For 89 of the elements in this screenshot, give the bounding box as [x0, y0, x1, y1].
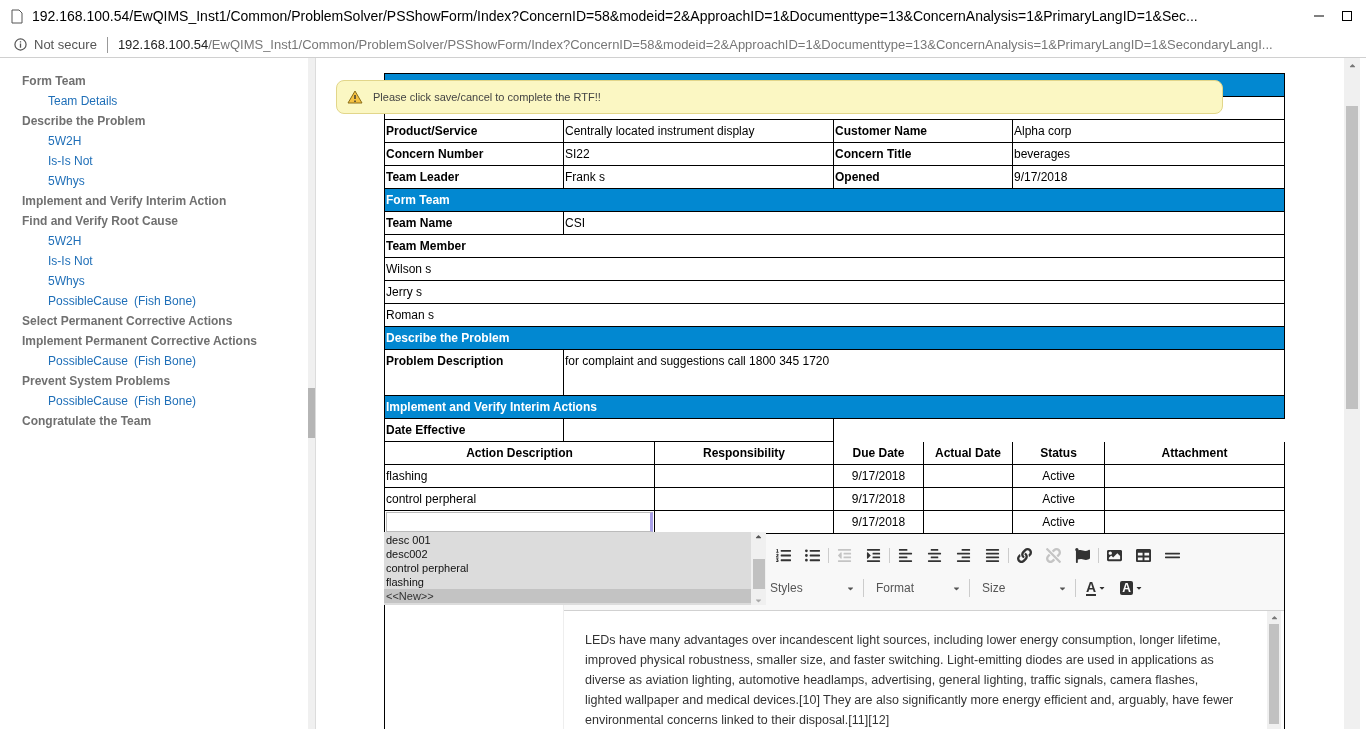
sidebar-link[interactable]: 5Whys — [48, 271, 85, 291]
warning-icon — [347, 90, 363, 104]
sidebar-section[interactable]: Congratulate the Team — [22, 411, 152, 431]
table-cell: Active — [1013, 488, 1105, 511]
sidebar-link[interactable]: (Fish Bone) — [134, 291, 197, 311]
table-cell: flashing — [385, 465, 655, 488]
sidebar-link[interactable]: 5W2H — [48, 231, 82, 251]
justify-icon[interactable] — [985, 547, 1000, 563]
scrollbar[interactable] — [751, 532, 766, 605]
sidebar-link[interactable]: (Fish Bone) — [134, 391, 197, 411]
autocomplete-list[interactable]: desc 001 desc002 control perpheral flashing <<New>> — [384, 532, 766, 605]
editor-text: LEDs have many advantages over incandescent light sources, including lower energy consumption, longer lifetime, improved physical robustness, smaller size, and faster switching. Light-emitting diodes are used in applications as diverse as aviation lighting, automotive headlamps, advertising, general lighting, traffic signals, camera flashes, lighted wallpaper and medical devices.[10] They are also significantly more energy efficient and, arguably, have fewer environmental concerns linked to their disposal.[11][12] — [584, 632, 1235, 729]
sidebar-section[interactable]: Implement Permanent Corrective Actions — [22, 331, 257, 351]
autocomplete-option[interactable]: <<New>> — [384, 589, 751, 603]
sidebar-link[interactable]: Is-Is Not — [48, 251, 93, 271]
image-icon[interactable] — [1107, 547, 1122, 563]
table-cell: CSI — [564, 212, 1285, 235]
page-icon — [11, 8, 23, 24]
section-header: Describe the Problem — [385, 327, 1285, 350]
align-left-icon[interactable] — [898, 547, 913, 563]
sidebar-link[interactable]: 5W2H — [48, 131, 82, 151]
table-cell: SI22 — [564, 143, 834, 166]
table-cell: Team Member — [385, 235, 1285, 258]
text-color-button[interactable]: A — [1086, 580, 1107, 596]
section-header: Form Team — [385, 189, 1285, 212]
table-cell: Status — [1013, 442, 1105, 465]
sidebar-section[interactable]: Select Permanent Corrective Actions — [22, 311, 233, 331]
sidebar-link[interactable]: Is-Is Not — [48, 151, 93, 171]
table-cell: Product/Service — [385, 120, 564, 143]
table-cell: Attachment — [1105, 442, 1285, 465]
sidebar-link[interactable]: PossibleCause — [48, 291, 129, 311]
sidebar-section[interactable]: Form Team — [22, 71, 86, 91]
sidebar-section[interactable]: Implement and Verify Interim Action — [22, 191, 227, 211]
scroll-up-icon[interactable] — [1347, 61, 1357, 70]
sidebar-link[interactable]: 5Whys — [48, 171, 85, 191]
table-cell: Jerry s — [385, 281, 1285, 304]
table-cell: 9/17/2018 — [834, 465, 924, 488]
scrollbar[interactable] — [1267, 611, 1281, 729]
align-center-icon[interactable] — [927, 547, 942, 563]
table-cell: Team Name — [385, 212, 564, 235]
scroll-up-icon[interactable] — [1269, 613, 1279, 622]
url-path: /EwQIMS_Inst1/Common/ProblemSolver/PSShowForm/Index?ConcernID=58&modeid=2&ApproachID=1&Documenttype=13&ConcernAnalysis=1&PrimaryLangID=1&SecondaryLangI... — [208, 35, 1273, 54]
flag-icon[interactable] — [1075, 547, 1090, 563]
table-cell: Date Effective — [385, 419, 564, 442]
scrollbar[interactable] — [308, 58, 315, 729]
security-label: Not secure — [34, 35, 97, 54]
format-dropdown[interactable]: Styles — [768, 579, 864, 597]
table-cell: Responsibility — [655, 442, 834, 465]
autocomplete-option[interactable]: control perpheral — [384, 561, 751, 575]
format-dropdown[interactable]: Format — [874, 579, 970, 597]
scrollbar[interactable] — [1344, 58, 1360, 729]
table-icon[interactable] — [1136, 547, 1151, 563]
autocomplete-option[interactable]: flashing — [384, 575, 751, 589]
bulleted-list-icon[interactable] — [805, 547, 820, 563]
table-cell: Active — [1013, 465, 1105, 488]
align-right-icon[interactable] — [956, 547, 971, 563]
table-cell: 9/17/2018 — [834, 488, 924, 511]
autocomplete-option[interactable]: desc002 — [384, 547, 751, 561]
table-cell: Due Date — [834, 442, 924, 465]
numbered-list-icon[interactable] — [776, 547, 791, 563]
sidebar-section[interactable]: Describe the Problem — [22, 111, 146, 131]
format-dropdown[interactable]: Size — [980, 579, 1076, 597]
table-cell: Wilson s — [385, 258, 1285, 281]
table-cell: Action Description — [385, 442, 655, 465]
caret-icon — [1134, 584, 1143, 592]
table-cell: Actual Date — [924, 442, 1013, 465]
sidebar-link[interactable]: PossibleCause — [48, 351, 129, 371]
link-icon[interactable] — [1017, 547, 1032, 563]
sidebar-section[interactable]: Find and Verify Root Cause — [22, 211, 179, 231]
indent-icon[interactable] — [866, 547, 881, 563]
table-cell: beverages — [1013, 143, 1285, 166]
table-cell: Customer Name — [834, 120, 1013, 143]
info-icon[interactable] — [14, 38, 27, 51]
sidebar-link[interactable]: Team Details — [48, 91, 118, 111]
warning-text: Please click save/cancel to complete the RTF!! — [373, 89, 601, 105]
table-cell: Concern Number — [385, 143, 564, 166]
autocomplete-option[interactable]: desc 001 — [384, 533, 751, 547]
maximize-icon[interactable] — [1342, 11, 1352, 21]
sidebar-link[interactable]: (Fish Bone) — [134, 351, 197, 371]
caret-icon — [1098, 584, 1107, 592]
table-cell: Concern Title — [834, 143, 1013, 166]
table-cell: Centrally located instrument display — [564, 120, 834, 143]
url-host: 192.168.100.54 — [117, 35, 209, 54]
scroll-up-icon[interactable] — [754, 532, 763, 541]
sidebar-section[interactable]: Prevent System Problems — [22, 371, 171, 391]
section-header: Implement and Verify Interim Actions — [385, 396, 1285, 419]
table-cell: Alpha corp — [1013, 120, 1285, 143]
window-title: 192.168.100.54/EwQIMS_Inst1/Common/ProblemSolver/PSShowForm/Index?ConcernID=58&modeid=2&ApproachID=1&Documenttype=13&ConcernAnalysis=1&PrimaryLangID=1&Sec... — [32, 6, 1198, 26]
sidebar-link[interactable]: PossibleCause — [48, 391, 129, 411]
